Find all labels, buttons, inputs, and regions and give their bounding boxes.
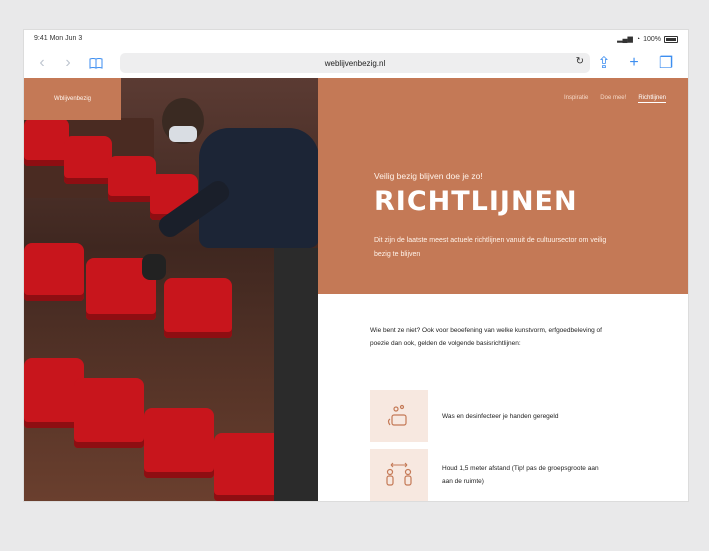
tablet-screen: 9:41 Mon Jun 3 ▂▄▆ ◔ 100% ‹ › weblijvenb…: [24, 30, 688, 501]
nav-inspiratie[interactable]: Inspiratie: [564, 95, 588, 103]
site-nav: Inspiratie Doe mee! Richtlijnen: [564, 95, 666, 103]
hand-wash-icon: [370, 390, 428, 442]
url-text: weblijvenbezig.nl: [324, 58, 386, 68]
distance-svg: [386, 462, 412, 486]
seat: [108, 156, 156, 202]
seat: [24, 118, 69, 166]
seat: [64, 136, 112, 184]
status-right: ▂▄▆ ◔ 100%: [617, 35, 678, 43]
guideline-text: Was en desinfecteer je handen geregeld: [442, 412, 559, 420]
new-tab-icon[interactable]: +: [624, 53, 644, 73]
webpage: Wblijvenbezig Inspiratie Doe mee! Richtl…: [24, 78, 688, 501]
address-bar[interactable]: weblijvenbezig.nl ↻: [120, 53, 590, 73]
hand-wash-svg: [387, 404, 407, 426]
battery-percent: 100%: [643, 35, 661, 43]
reload-icon[interactable]: ↻: [576, 56, 584, 67]
intro-text: Wie bent ze niet? Ook voor beoefening va…: [370, 327, 602, 347]
battery-icon: [664, 35, 678, 43]
guideline-item: Houd 1,5 meter afstand (Tip! pas de groe…: [370, 449, 602, 501]
hero-photo: Wblijvenbezig: [24, 78, 318, 501]
seat: [74, 378, 144, 448]
face-mask: [169, 126, 197, 142]
wifi-icon: ◔: [635, 35, 641, 43]
tabs-icon[interactable]: ❐: [656, 53, 676, 73]
brand-logo[interactable]: Wblijvenbezig: [24, 78, 121, 120]
seat: [164, 278, 232, 338]
person-legs: [274, 248, 318, 501]
bookmarks-icon[interactable]: [86, 53, 106, 73]
nav-doe-mee[interactable]: Doe mee!: [600, 95, 626, 103]
status-date-text: Mon Jun 3: [49, 35, 83, 42]
book-svg: [89, 58, 103, 69]
status-time-text: 9:41: [34, 35, 48, 42]
back-icon[interactable]: ‹: [32, 53, 52, 73]
nav-richtlijnen[interactable]: Richtlijnen: [638, 95, 666, 103]
signal-icon: ▂▄▆: [617, 36, 633, 43]
guideline-item: Was en desinfecteer je handen geregeld: [370, 390, 602, 442]
content-section: Wie bent ze niet? Ook voor beoefening va…: [318, 294, 688, 501]
forward-icon[interactable]: ›: [58, 53, 78, 73]
person-glove: [142, 254, 166, 280]
distance-icon: [370, 449, 428, 501]
status-bar: 9:41 Mon Jun 3 ▂▄▆ ◔ 100%: [24, 30, 688, 48]
hero-section: Inspiratie Doe mee! Richtlijnen Veilig b…: [318, 78, 688, 294]
seat: [24, 243, 84, 301]
share-icon[interactable]: ⇪: [594, 53, 614, 73]
browser-toolbar: ‹ › weblijvenbezig.nl ↻ ⇪ + ❐: [24, 48, 688, 78]
status-time: 9:41 Mon Jun 3: [34, 35, 82, 42]
guideline-text: Houd 1,5 meter afstand (Tip! pas de groe…: [442, 465, 599, 485]
hero-subtitle: Dit zijn de laatste meest actuele richtl…: [374, 237, 607, 258]
page-title: RICHTLIJNEN: [374, 186, 578, 217]
seat: [144, 408, 214, 478]
hero-kicker: Veilig bezig blijven doe je zo!: [374, 171, 483, 181]
